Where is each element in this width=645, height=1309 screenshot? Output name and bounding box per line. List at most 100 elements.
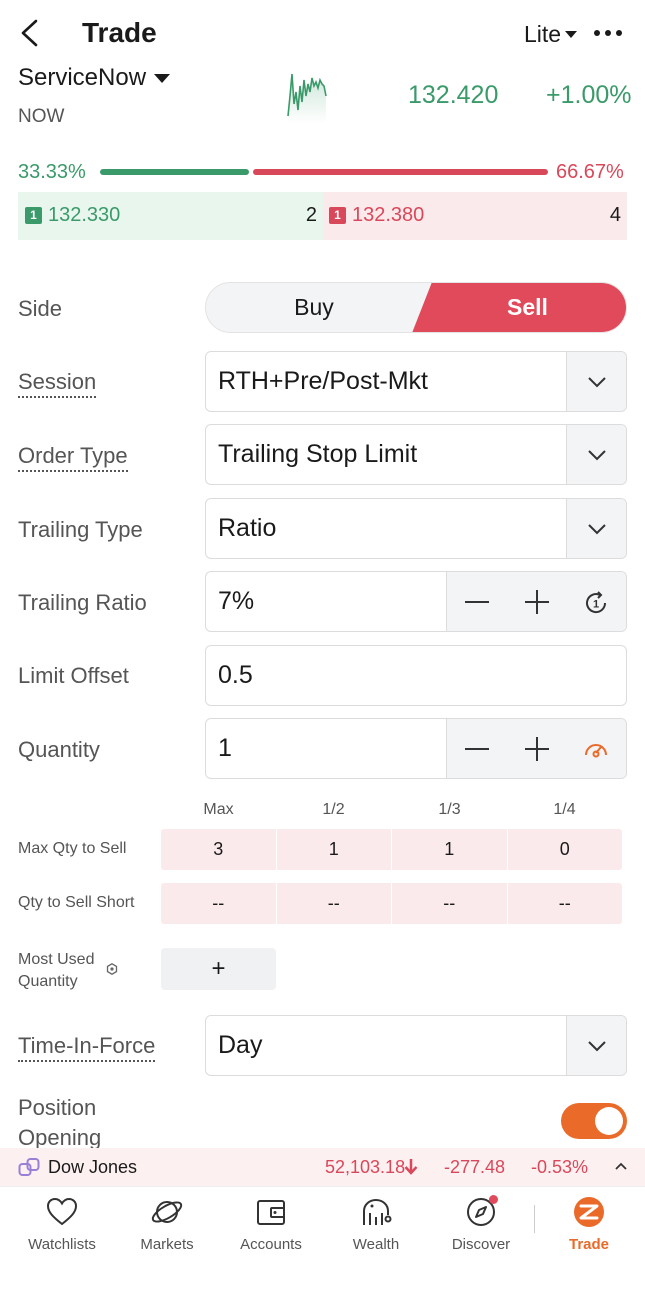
mode-selector[interactable]: Lite bbox=[524, 21, 578, 48]
mode-label: Lite bbox=[524, 21, 562, 47]
index-name: Dow Jones bbox=[48, 1157, 138, 1177]
column-header-max: Max bbox=[203, 801, 234, 818]
qty-to-sell-short-label: Qty to Sell Short bbox=[18, 894, 135, 911]
position-opening-toggle[interactable] bbox=[561, 1103, 627, 1139]
index-change-percent: -0.53% bbox=[531, 1157, 589, 1177]
trailing-ratio-input[interactable]: 7% 1 bbox=[205, 571, 627, 632]
limit-offset-label: Limit Offset bbox=[18, 663, 129, 688]
bid-price: 132.330 bbox=[48, 204, 121, 226]
index-change: -277.48 bbox=[444, 1157, 506, 1177]
add-most-used-quantity-button[interactable]: + bbox=[161, 948, 276, 990]
quantity-value: 1 bbox=[218, 734, 232, 762]
quantity-input[interactable]: 1 bbox=[205, 718, 627, 779]
ask-ratio-percent: 66.67% bbox=[556, 161, 624, 183]
column-header-half: 1/2 bbox=[322, 801, 345, 818]
bottom-navigation: Watchlists Markets Accounts Wealth Disco… bbox=[0, 1186, 645, 1309]
quantity-stepper bbox=[446, 719, 626, 778]
nav-markets[interactable]: Markets bbox=[117, 1195, 217, 1253]
nav-wealth[interactable]: Wealth bbox=[326, 1195, 426, 1253]
bid-ratio-percent: 33.33% bbox=[18, 161, 86, 183]
qty-cell[interactable]: 0 bbox=[508, 829, 623, 870]
time-in-force-label[interactable]: Time-In-Force bbox=[18, 1033, 156, 1062]
most-used-quantity-label: Most Used Quantity bbox=[18, 951, 95, 990]
nav-label: Trade bbox=[568, 1236, 610, 1253]
time-in-force-dropdown-button[interactable] bbox=[566, 1016, 626, 1075]
qty-cell[interactable]: -- bbox=[277, 883, 392, 924]
side-label: Side bbox=[18, 296, 63, 321]
nav-discover[interactable]: Discover bbox=[431, 1195, 531, 1253]
limit-offset-value: 0.5 bbox=[218, 661, 253, 689]
sell-button[interactable]: Sell bbox=[412, 283, 626, 332]
column-header-third: 1/3 bbox=[438, 801, 461, 818]
wallet-icon bbox=[257, 1200, 285, 1225]
stock-name: ServiceNow bbox=[18, 64, 147, 91]
trailing-type-dropdown-button[interactable] bbox=[566, 499, 626, 558]
nav-label: Accounts bbox=[240, 1236, 302, 1253]
page-title: Trade bbox=[82, 17, 157, 48]
nav-label: Markets bbox=[140, 1236, 194, 1253]
column-header-quarter: 1/4 bbox=[553, 801, 576, 818]
wealth-icon bbox=[363, 1198, 392, 1225]
chevron-down-icon bbox=[588, 450, 606, 461]
trailing-ratio-label: Trailing Ratio bbox=[18, 590, 147, 615]
qty-cell[interactable]: 3 bbox=[161, 829, 277, 870]
qty-cell[interactable]: 1 bbox=[392, 829, 508, 870]
heart-icon bbox=[46, 1197, 78, 1226]
speedometer-icon[interactable] bbox=[583, 737, 609, 763]
limit-offset-input[interactable]: 0.5 bbox=[205, 645, 627, 706]
stock-selector[interactable]: ServiceNow bbox=[18, 64, 171, 92]
trailing-type-select[interactable]: Ratio bbox=[205, 498, 627, 559]
session-select[interactable]: RTH+Pre/Post-Mkt bbox=[205, 351, 627, 412]
best-bid[interactable]: 1 132.330 2 bbox=[18, 192, 323, 240]
chevron-up-icon[interactable] bbox=[614, 1161, 628, 1171]
nav-accounts[interactable]: Accounts bbox=[221, 1195, 321, 1253]
best-ask[interactable]: 1 132.380 4 bbox=[323, 192, 627, 240]
buy-button[interactable]: Buy bbox=[206, 283, 422, 332]
nav-watchlists[interactable]: Watchlists bbox=[12, 1195, 112, 1253]
order-type-value: Trailing Stop Limit bbox=[218, 440, 418, 468]
quantity-label: Quantity bbox=[18, 737, 100, 762]
history-clock-icon[interactable]: 1 bbox=[583, 590, 609, 616]
side-toggle[interactable]: Buy Sell bbox=[205, 282, 627, 333]
ask-ratio-bar bbox=[253, 169, 548, 175]
bid-ratio-bar bbox=[100, 169, 249, 175]
trailing-type-label: Trailing Type bbox=[18, 517, 143, 542]
settings-hexagon-icon[interactable] bbox=[106, 963, 118, 975]
nav-divider bbox=[534, 1205, 535, 1233]
nav-label: Watchlists bbox=[28, 1236, 96, 1253]
session-label[interactable]: Session bbox=[18, 369, 97, 398]
index-ticker-bar[interactable]: Dow Jones 52,103.18 -277.48 -0.53% bbox=[0, 1148, 645, 1186]
session-dropdown-button[interactable] bbox=[566, 352, 626, 411]
svg-text:1: 1 bbox=[593, 599, 599, 611]
trailing-type-value: Ratio bbox=[218, 514, 277, 542]
position-opening-label: Position Opening bbox=[18, 1095, 102, 1150]
qty-cell[interactable]: -- bbox=[392, 883, 508, 924]
ask-size: 4 bbox=[609, 204, 621, 226]
qty-cell[interactable]: -- bbox=[161, 883, 277, 924]
nav-label: Wealth bbox=[352, 1236, 400, 1253]
order-type-label[interactable]: Order Type bbox=[18, 443, 128, 472]
time-in-force-select[interactable]: Day bbox=[205, 1015, 627, 1076]
ask-price: 132.380 bbox=[352, 204, 425, 226]
time-in-force-value: Day bbox=[218, 1031, 263, 1059]
qty-to-sell-short-row: -- -- -- -- bbox=[161, 883, 622, 924]
chevron-down-icon bbox=[588, 524, 606, 535]
session-value: RTH+Pre/Post-Mkt bbox=[218, 367, 428, 395]
order-type-select[interactable]: Trailing Stop Limit bbox=[205, 424, 627, 485]
decrement-button[interactable] bbox=[465, 601, 489, 603]
nav-trade[interactable]: Trade bbox=[539, 1195, 639, 1253]
caret-down-icon bbox=[154, 73, 171, 83]
intraday-sparkline bbox=[287, 73, 327, 124]
qty-cell[interactable]: 1 bbox=[277, 829, 392, 870]
order-type-dropdown-button[interactable] bbox=[566, 425, 626, 484]
trade-logo-icon bbox=[574, 1197, 604, 1227]
stock-ticker: NOW bbox=[18, 106, 65, 127]
chevron-down-icon bbox=[588, 377, 606, 388]
back-arrow-icon[interactable] bbox=[14, 16, 48, 50]
qty-cell[interactable]: -- bbox=[508, 883, 623, 924]
link-icon bbox=[18, 1158, 40, 1176]
decrement-button[interactable] bbox=[465, 748, 489, 750]
change-percent: +1.00% bbox=[546, 81, 632, 109]
more-options-icon[interactable] bbox=[594, 30, 622, 36]
chevron-down-icon bbox=[588, 1041, 606, 1052]
